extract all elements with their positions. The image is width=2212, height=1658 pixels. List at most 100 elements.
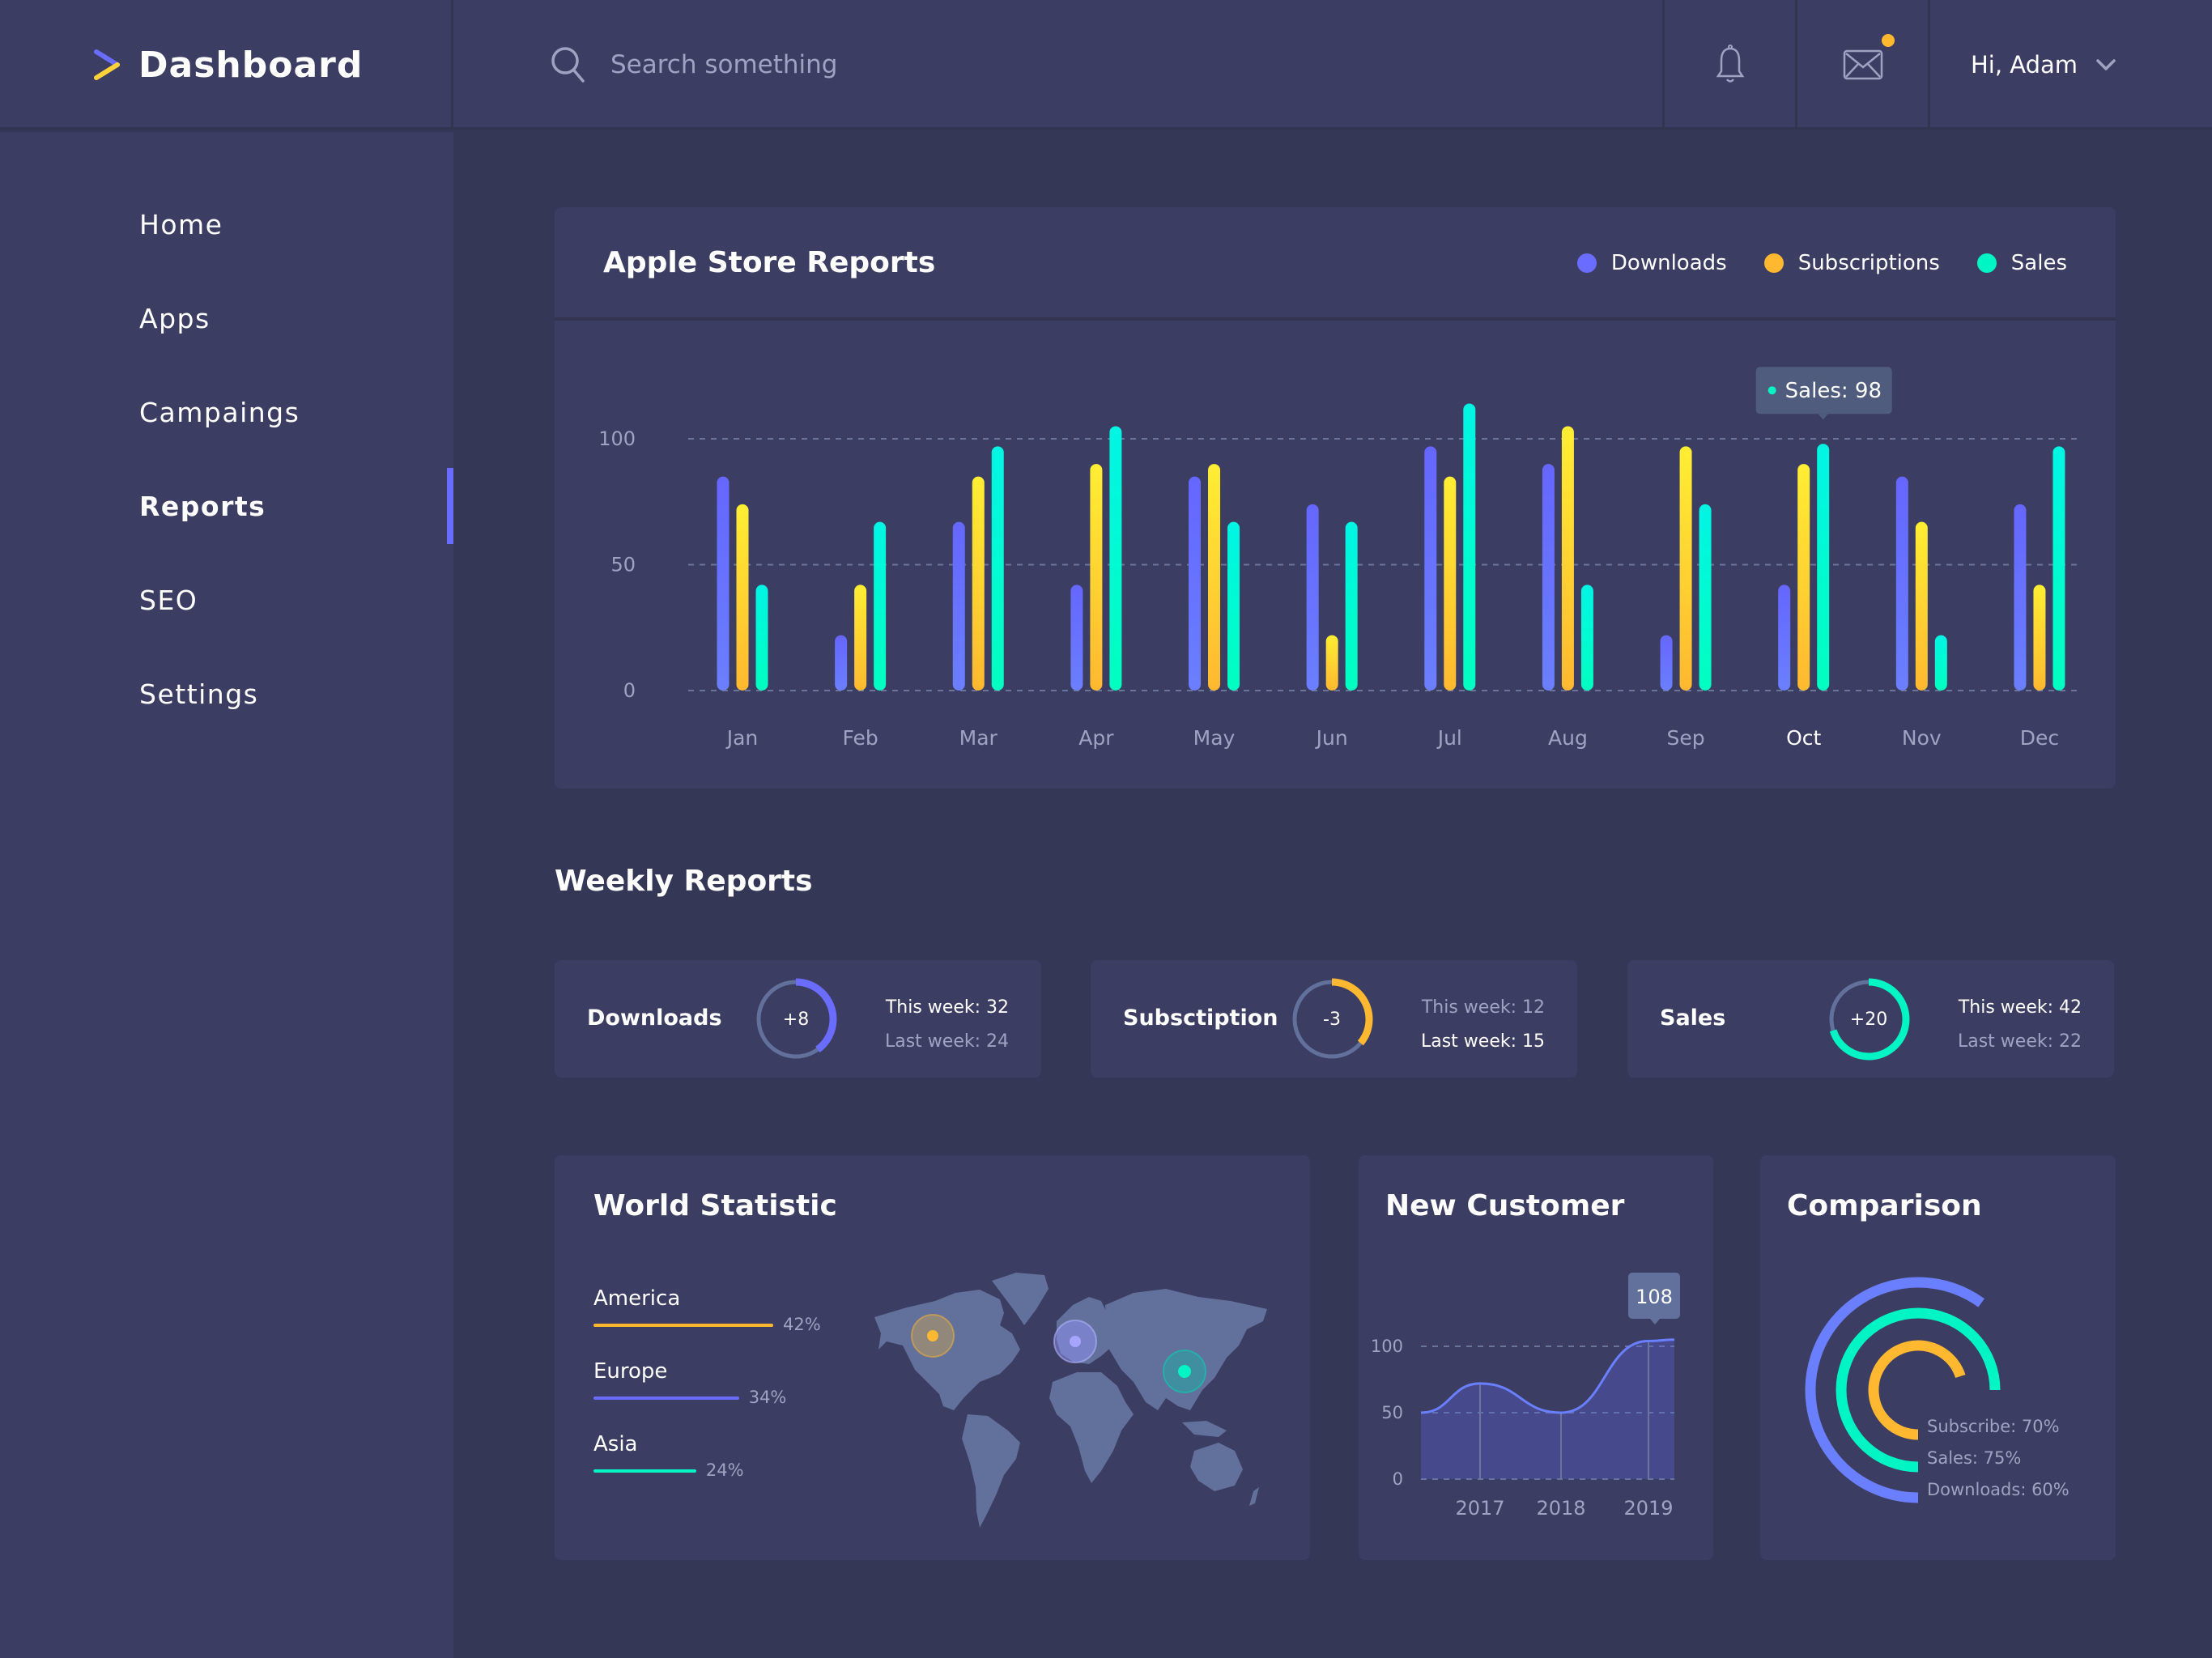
sidebar-item-reports[interactable]: Reports — [139, 491, 266, 522]
messages-button[interactable] — [1795, 0, 1928, 130]
world-statistic-card: World Statistic America 42% Europe 34% A… — [555, 1155, 1310, 1560]
america-marker[interactable] — [927, 1330, 938, 1341]
downloads-bar[interactable] — [1306, 504, 1319, 691]
downloads-bar[interactable] — [717, 476, 730, 691]
area-chart: 0 50 100 2017 2018 2019 108 — [1371, 1273, 1680, 1520]
region-asia-percent: 24% — [705, 1460, 744, 1480]
subscriptions-bar[interactable] — [1561, 426, 1574, 691]
subscriptions-bar[interactable] — [2033, 585, 2046, 691]
subscriptions-bar[interactable] — [1325, 635, 1338, 691]
this-week-value: This week: 42 — [1958, 997, 2082, 1018]
subscriptions-bar[interactable] — [736, 504, 749, 691]
x-tick-label: 2018 — [1536, 1497, 1585, 1520]
search-input[interactable] — [610, 50, 1177, 79]
europe-marker[interactable] — [1070, 1336, 1081, 1347]
bar-chart: 0 50 100 Jan Feb Mar Apr May Jun Jul Aug Sep Oct Nov D… — [598, 367, 2077, 750]
brand[interactable]: Dashboard — [0, 0, 453, 130]
indonesia-shape — [1182, 1421, 1227, 1437]
sidebar-item-apps[interactable]: Apps — [139, 303, 211, 334]
top-bar: Dashboard Hi, Adam — [0, 0, 2212, 130]
weekly-stats: This week: 12 Last week: 15 — [1421, 991, 1545, 1059]
x-tick-label: 2017 — [1455, 1497, 1504, 1520]
subscriptions-bar[interactable] — [1915, 521, 1928, 691]
sidebar-item-home[interactable]: Home — [139, 209, 223, 240]
sales-bar[interactable] — [874, 521, 887, 691]
subscriptions-bar[interactable] — [1208, 464, 1221, 691]
sales-arc[interactable] — [1836, 1307, 2001, 1473]
tooltip-arrow — [1650, 1319, 1660, 1324]
sidebar-item-settings[interactable]: Settings — [139, 678, 258, 710]
downloads-bar[interactable] — [835, 635, 848, 691]
tooltip-arrow — [1818, 414, 1828, 420]
sidebar-item-seo[interactable]: SEO — [139, 585, 198, 616]
card-title: World Statistic — [593, 1189, 837, 1222]
notifications-button[interactable] — [1662, 0, 1795, 130]
south-america-shape — [962, 1414, 1020, 1528]
active-nav-indicator — [447, 468, 453, 544]
region-europe-label: Europe — [593, 1359, 668, 1384]
downloads-bar[interactable] — [1542, 464, 1555, 691]
weekly-card-subscription[interactable]: Subsctiption -3 This week: 12 Last week:… — [1091, 960, 1577, 1078]
weekly-card-label: Downloads — [587, 1005, 722, 1031]
downloads-bar[interactable] — [1189, 476, 1202, 691]
sales-bar[interactable] — [1463, 403, 1476, 691]
new-customer-card: New Customer 0 50 100 2017 2018 2019 108 — [1359, 1155, 1713, 1560]
downloads-bar[interactable] — [1778, 585, 1791, 691]
subscriptions-bar[interactable] — [972, 476, 985, 691]
sales-bar[interactable] — [1699, 504, 1712, 691]
region-america-label: America — [593, 1286, 681, 1311]
australia-shape — [1190, 1443, 1243, 1491]
comparison-card: Comparison Subscribe: 70% Sales: 75% Dow… — [1760, 1155, 2116, 1560]
user-menu[interactable]: Hi, Adam — [1928, 0, 2212, 130]
sales-bar[interactable] — [1817, 444, 1830, 691]
last-week-value: Last week: 15 — [1420, 1031, 1545, 1052]
last-week-value: Last week: 24 — [884, 1031, 1009, 1052]
subscriptions-bar[interactable] — [1797, 464, 1810, 691]
weekly-card-downloads[interactable]: Downloads +8 This week: 32 Last week: 24 — [555, 960, 1041, 1078]
sales-bar[interactable] — [2052, 446, 2065, 691]
sales-bar[interactable] — [991, 446, 1004, 691]
downloads-bar[interactable] — [1895, 476, 1908, 691]
sidebar-item-campaings[interactable]: Campaings — [139, 397, 300, 428]
sales-bar[interactable] — [1345, 521, 1358, 691]
sales-bar[interactable] — [1109, 426, 1122, 691]
downloads-bar[interactable] — [1424, 446, 1437, 691]
bell-icon — [1716, 45, 1744, 83]
sales-bar[interactable] — [1580, 585, 1593, 691]
sales-bar[interactable] — [1934, 635, 1947, 691]
subscriptions-bar[interactable] — [1090, 464, 1103, 691]
sidebar: Home Apps Campaings Reports SEO Settings — [0, 132, 453, 1658]
play-logo-icon — [94, 49, 120, 80]
x-tick-label: Dec — [2020, 726, 2059, 750]
tooltip-text: 108 — [1636, 1286, 1673, 1308]
comparison-label-subscribe: Subscribe: 70% — [1927, 1417, 2060, 1436]
weekly-delta: -3 — [1323, 1009, 1341, 1030]
subscriptions-bar[interactable] — [854, 585, 867, 691]
sales-bar[interactable] — [755, 585, 768, 691]
region-america-percent: 42% — [783, 1315, 821, 1334]
y-tick-label: 100 — [1371, 1337, 1403, 1356]
x-tick-label: Mar — [959, 726, 998, 750]
this-week-value: This week: 12 — [1421, 997, 1545, 1018]
x-tick-label: 2019 — [1623, 1497, 1673, 1520]
region-europe-percent: 34% — [748, 1388, 787, 1407]
app-title: Dashboard — [138, 44, 364, 86]
downloads-bar[interactable] — [2014, 504, 2027, 691]
asia-marker[interactable] — [1178, 1365, 1191, 1378]
chevron-down-icon — [2096, 59, 2116, 70]
sales-bar[interactable] — [1227, 521, 1240, 691]
downloads-bar[interactable] — [952, 521, 965, 691]
downloads-bar[interactable] — [1660, 635, 1673, 691]
weekly-card-sales[interactable]: Sales +20 This week: 42 Last week: 22 — [1627, 960, 2114, 1078]
weekly-stats: This week: 42 Last week: 22 — [1958, 991, 2082, 1059]
comparison-label-downloads: Downloads: 60% — [1927, 1480, 2069, 1499]
x-tick-label: Jun — [1315, 726, 1348, 750]
y-tick-label: 50 — [1381, 1403, 1403, 1422]
subscriptions-bar[interactable] — [1679, 446, 1692, 691]
search-icon — [551, 47, 585, 83]
y-tick-label: 50 — [610, 554, 636, 576]
downloads-bar[interactable] — [1070, 585, 1083, 691]
subscriptions-bar[interactable] — [1444, 476, 1457, 691]
x-tick-label: Jul — [1436, 726, 1462, 750]
tooltip-text: Sales: 98 — [1785, 379, 1882, 403]
